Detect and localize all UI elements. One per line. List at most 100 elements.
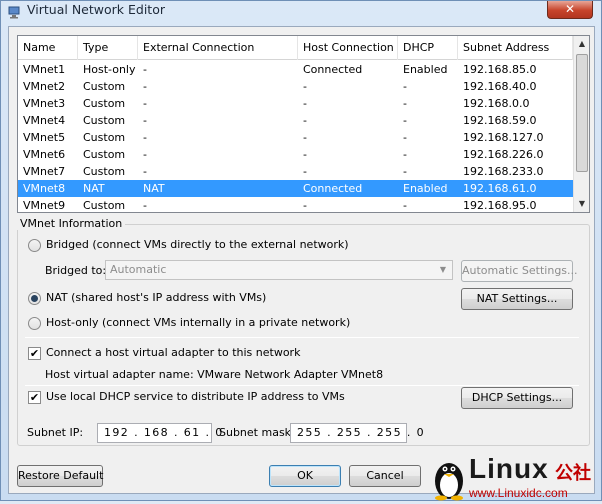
column-header-type[interactable]: Type — [78, 36, 138, 60]
cell-type: Custom — [83, 148, 126, 161]
cell-external-connection: - — [143, 131, 147, 144]
column-header-name[interactable]: Name — [18, 36, 78, 60]
connect-adapter-checkbox[interactable]: ✔ — [28, 347, 41, 360]
bridged-to-label: Bridged to: — [45, 264, 107, 277]
cell-type: Custom — [83, 97, 126, 110]
cell-host-connection: - — [303, 131, 307, 144]
bridged-radio[interactable] — [28, 239, 41, 252]
cell-name: VMnet9 — [23, 199, 66, 212]
cell-type: Custom — [83, 131, 126, 144]
cell-external-connection: NAT — [143, 182, 165, 195]
connect-adapter-label[interactable]: Connect a host virtual adapter to this n… — [46, 346, 300, 359]
watermark-logo: Linux 公社 www.Linuxidc.com — [427, 453, 601, 501]
bridged-to-value: Automatic — [110, 263, 167, 276]
cell-name: VMnet6 — [23, 148, 66, 161]
cell-dhcp: - — [403, 165, 407, 178]
cell-external-connection: - — [143, 199, 147, 212]
cell-host-connection: - — [303, 148, 307, 161]
table-row[interactable]: VMnet4 Custom - - - 192.168.59.0 — [18, 112, 573, 129]
dhcp-settings-button[interactable]: DHCP Settings... — [461, 387, 573, 409]
nat-radio[interactable] — [28, 292, 41, 305]
table-row[interactable]: VMnet3 Custom - - - 192.168.0.0 — [18, 95, 573, 112]
cell-host-connection: - — [303, 97, 307, 110]
table-row[interactable]: VMnet2 Custom - - - 192.168.40.0 — [18, 78, 573, 95]
bridged-radio-label[interactable]: Bridged (connect VMs directly to the ext… — [46, 238, 349, 251]
cancel-button[interactable]: Cancel — [349, 465, 421, 487]
cell-host-connection: Connected — [303, 63, 363, 76]
cell-external-connection: - — [143, 63, 147, 76]
column-header-subnet-address[interactable]: Subnet Address — [458, 36, 573, 60]
cell-name: VMnet7 — [23, 165, 66, 178]
cell-dhcp: - — [403, 80, 407, 93]
cell-host-connection: - — [303, 114, 307, 127]
cell-host-connection: - — [303, 80, 307, 93]
cell-subnet-address: 192.168.127.0 — [463, 131, 544, 144]
vmnet-information-group — [17, 224, 590, 446]
cell-subnet-address: 192.168.61.0 — [463, 182, 537, 195]
cell-type: Custom — [83, 114, 126, 127]
chevron-down-icon: ▼ — [439, 265, 447, 274]
scroll-up-icon[interactable]: ▲ — [574, 36, 589, 52]
cell-dhcp: - — [403, 131, 407, 144]
cell-name: VMnet2 — [23, 80, 66, 93]
cell-subnet-address: 192.168.0.0 — [463, 97, 530, 110]
cell-external-connection: - — [143, 165, 147, 178]
title-bar: Virtual Network Editor ✕ — [1, 1, 601, 25]
cell-name: VMnet8 — [23, 182, 66, 195]
cell-external-connection: - — [143, 80, 147, 93]
cell-subnet-address: 192.168.95.0 — [463, 199, 537, 212]
cell-name: VMnet3 — [23, 97, 66, 110]
cell-name: VMnet4 — [23, 114, 66, 127]
cell-dhcp: Enabled — [403, 182, 448, 195]
ok-button[interactable]: OK — [269, 465, 341, 487]
cell-type: Host-only — [83, 63, 136, 76]
subnet-mask-label: Subnet mask: — [219, 426, 295, 439]
use-dhcp-label[interactable]: Use local DHCP service to distribute IP … — [46, 390, 345, 403]
cell-host-connection: Connected — [303, 182, 363, 195]
subnet-ip-field[interactable]: 192 . 168 . 61 . 0 — [97, 423, 222, 443]
table-row[interactable]: VMnet7 Custom - - - 192.168.233.0 — [18, 163, 573, 180]
cell-subnet-address: 192.168.226.0 — [463, 148, 544, 161]
cell-name: VMnet1 — [23, 63, 66, 76]
separator — [25, 385, 579, 386]
vmnet-information-label: VMnet Information — [17, 217, 126, 230]
automatic-settings-button[interactable]: Automatic Settings... — [461, 260, 578, 282]
nat-settings-button[interactable]: NAT Settings... — [461, 288, 573, 310]
cell-host-connection: - — [303, 165, 307, 178]
restore-default-button[interactable]: Restore Default — [17, 465, 103, 487]
table-row[interactable]: VMnet6 Custom - - - 192.168.226.0 — [18, 146, 573, 163]
close-button[interactable]: ✕ — [547, 1, 593, 19]
cell-subnet-address: 192.168.59.0 — [463, 114, 537, 127]
column-header-dhcp[interactable]: DHCP — [398, 36, 458, 60]
bridged-to-select[interactable]: Automatic ▼ — [105, 260, 453, 280]
cell-type: NAT — [83, 182, 105, 195]
cell-dhcp: - — [403, 199, 407, 212]
dialog-client: Name Type External Connection Host Conne… — [8, 26, 595, 494]
virtual-network-editor-window: Virtual Network Editor ✕ Name Type Exter… — [0, 0, 602, 501]
cell-dhcp: - — [403, 114, 407, 127]
cell-subnet-address: 192.168.85.0 — [463, 63, 537, 76]
close-icon: ✕ — [564, 2, 576, 16]
cell-name: VMnet5 — [23, 131, 66, 144]
separator — [25, 337, 579, 338]
table-row[interactable]: VMnet9 Custom - - - 192.168.95.0 — [18, 197, 573, 212]
column-header-external-connection[interactable]: External Connection — [138, 36, 298, 60]
scrollbar-thumb[interactable] — [576, 54, 588, 172]
column-header-host-connection[interactable]: Host Connection — [298, 36, 398, 60]
host-only-radio[interactable] — [28, 317, 41, 330]
network-list[interactable]: Name Type External Connection Host Conne… — [17, 35, 590, 213]
table-row[interactable]: VMnet1 Host-only - Connected Enabled 192.168.… — [18, 61, 573, 78]
host-only-radio-label[interactable]: Host-only (connect VMs internally in a p… — [46, 316, 350, 329]
subnet-mask-field[interactable]: 255 . 255 . 255 . 0 — [290, 423, 424, 443]
network-editor-icon — [8, 6, 20, 19]
scroll-down-icon[interactable]: ▼ — [574, 196, 589, 212]
cell-dhcp: - — [403, 148, 407, 161]
nat-radio-label[interactable]: NAT (shared host's IP address with VMs) — [46, 291, 266, 304]
cell-type: Custom — [83, 165, 126, 178]
use-dhcp-checkbox[interactable]: ✔ — [28, 391, 41, 404]
table-row[interactable]: VMnet5 Custom - - - 192.168.127.0 — [18, 129, 573, 146]
list-scrollbar[interactable]: ▲ ▼ — [573, 36, 589, 212]
cell-external-connection: - — [143, 97, 147, 110]
table-row[interactable]: VMnet8 NAT NAT Connected Enabled 192.168.61.0 — [18, 180, 573, 197]
subnet-ip-label: Subnet IP: — [27, 426, 84, 439]
